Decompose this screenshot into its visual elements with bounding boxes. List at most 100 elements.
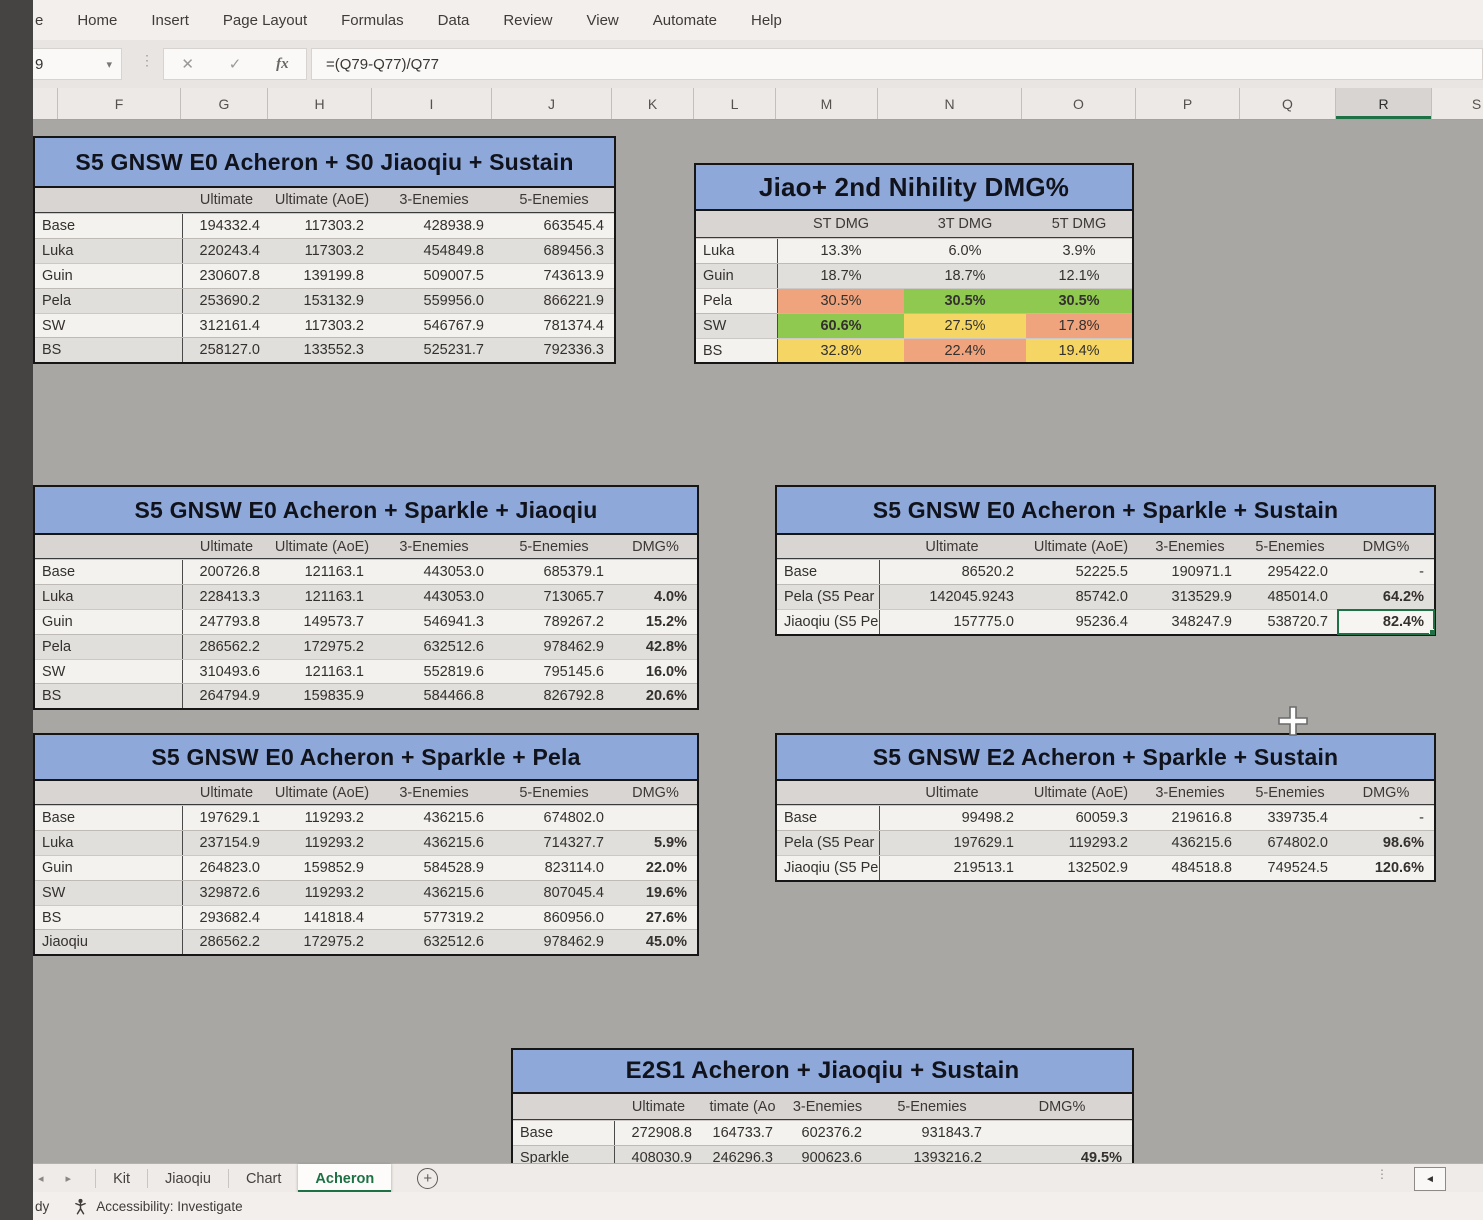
table-cell[interactable]: 142045.9243 xyxy=(880,585,1024,609)
chevron-down-icon[interactable]: ▾ xyxy=(106,58,112,71)
table-cell[interactable]: 339735.4 xyxy=(1242,806,1338,830)
insert-function-icon[interactable]: fx xyxy=(276,56,289,73)
table-cell[interactable]: 246296.3 xyxy=(702,1146,783,1163)
column-header-S[interactable]: S xyxy=(1432,88,1483,119)
table-cell[interactable]: 230607.8 xyxy=(183,264,270,288)
table-cell[interactable]: 119293.2 xyxy=(270,806,374,830)
row-label[interactable]: Base xyxy=(777,560,880,584)
table-cell[interactable]: 546767.9 xyxy=(374,314,494,338)
table-cell[interactable]: 120.6% xyxy=(1338,856,1434,880)
table-cell[interactable]: 485014.0 xyxy=(1242,585,1338,609)
table-cell[interactable]: 714327.7 xyxy=(494,831,614,855)
table-cell[interactable]: 159852.9 xyxy=(270,856,374,880)
table-header-cell[interactable]: 3-Enemies xyxy=(374,781,494,804)
table-cell[interactable]: 781374.4 xyxy=(494,314,614,338)
table-cell[interactable] xyxy=(614,806,697,830)
table-cell[interactable] xyxy=(614,560,697,584)
table-header-cell[interactable]: 5-Enemies xyxy=(494,188,614,212)
table-cell[interactable]: 95236.4 xyxy=(1024,610,1138,634)
table-cell[interactable]: 348247.9 xyxy=(1138,610,1242,634)
table-header-cell[interactable] xyxy=(777,535,880,558)
table-header-cell[interactable]: 5-Enemies xyxy=(494,535,614,558)
table-cell[interactable]: 149573.7 xyxy=(270,610,374,634)
table-cell[interactable]: 139199.8 xyxy=(270,264,374,288)
table-cell[interactable]: 674802.0 xyxy=(1242,831,1338,855)
table-cell[interactable]: - xyxy=(1338,560,1434,584)
table-cell[interactable]: 286562.2 xyxy=(183,930,270,954)
table-cell[interactable]: 272908.8 xyxy=(615,1121,702,1145)
row-label[interactable]: Sparkle xyxy=(513,1146,615,1163)
table-header-cell[interactable]: DMG% xyxy=(614,781,697,804)
table-cell[interactable]: 509007.5 xyxy=(374,264,494,288)
table-cell[interactable]: 19.6% xyxy=(614,881,697,905)
table-header-cell[interactable]: 5-Enemies xyxy=(872,1094,992,1119)
table-header-cell[interactable]: 3-Enemies xyxy=(374,188,494,212)
row-label[interactable]: Jiaoqiu xyxy=(35,930,183,955)
table-cell[interactable]: 30.5% xyxy=(778,288,904,313)
table-cell[interactable]: 546941.3 xyxy=(374,610,494,634)
sheet-nav-left-icon[interactable]: ◂ xyxy=(38,1172,44,1185)
table-cell[interactable]: 313529.9 xyxy=(1138,585,1242,609)
row-label[interactable]: Guin xyxy=(35,855,183,880)
scroll-left-button[interactable]: ◄ xyxy=(1414,1167,1446,1191)
table-cell[interactable]: 978462.9 xyxy=(494,635,614,659)
table-cell[interactable]: 22.4% xyxy=(904,338,1026,363)
table-header-cell[interactable]: 3-Enemies xyxy=(783,1094,872,1119)
enter-icon[interactable]: ✓ xyxy=(229,55,242,73)
table-cell[interactable]: 159835.9 xyxy=(270,684,374,708)
column-header-N[interactable]: N xyxy=(878,88,1022,119)
table-cell[interactable]: 436215.6 xyxy=(374,831,494,855)
table-header-cell[interactable]: Ultimate (AoE) xyxy=(270,535,374,558)
row-label[interactable]: SW xyxy=(35,880,183,905)
table-cell[interactable]: 82.4% xyxy=(1337,609,1435,635)
table-cell[interactable]: 749524.5 xyxy=(1242,856,1338,880)
tab-acheron[interactable]: Acheron xyxy=(298,1164,392,1193)
table-cell[interactable]: 807045.4 xyxy=(494,881,614,905)
table-header-cell[interactable]: Ultimate xyxy=(880,781,1024,804)
table-header-cell[interactable]: Ultimate xyxy=(615,1094,702,1119)
table-cell[interactable]: 20.6% xyxy=(614,684,697,708)
cancel-icon[interactable]: ✕ xyxy=(181,55,194,73)
table-cell[interactable]: - xyxy=(1338,806,1434,830)
row-label[interactable]: SW xyxy=(696,313,778,338)
table-cell[interactable]: 27.5% xyxy=(904,313,1026,338)
menu-automate[interactable]: Automate xyxy=(653,12,717,29)
table-cell[interactable]: 121163.1 xyxy=(270,660,374,684)
table-cell[interactable]: 157775.0 xyxy=(880,610,1024,634)
row-label[interactable]: Base xyxy=(513,1121,615,1145)
table-header-cell[interactable]: 5-Enemies xyxy=(1242,781,1338,804)
row-label[interactable]: Base xyxy=(35,560,183,584)
row-label[interactable]: Guin xyxy=(35,609,183,634)
table-cell[interactable]: 293682.4 xyxy=(183,906,270,930)
table-header-cell[interactable] xyxy=(513,1094,615,1119)
table-cell[interactable]: 484518.8 xyxy=(1138,856,1242,880)
column-header-O[interactable]: O xyxy=(1022,88,1136,119)
column-header-M[interactable]: M xyxy=(776,88,878,119)
column-header-H[interactable]: H xyxy=(268,88,372,119)
tab-kit[interactable]: Kit xyxy=(96,1164,147,1193)
table-cell[interactable]: 866221.9 xyxy=(494,289,614,313)
row-label[interactable]: SW xyxy=(35,659,183,684)
table-cell[interactable]: 584528.9 xyxy=(374,856,494,880)
formula-input[interactable]: =(Q79-Q77)/Q77 xyxy=(311,48,1483,80)
table-cell[interactable]: 27.6% xyxy=(614,906,697,930)
table-cell[interactable]: 228413.3 xyxy=(183,585,270,609)
table-cell[interactable]: 577319.2 xyxy=(374,906,494,930)
table-cell[interactable]: 197629.1 xyxy=(880,831,1024,855)
table-cell[interactable]: 172975.2 xyxy=(270,635,374,659)
table-cell[interactable]: 408030.9 xyxy=(615,1146,702,1163)
table-cell[interactable]: 286562.2 xyxy=(183,635,270,659)
row-label[interactable]: Jiaoqiu (S5 Pe xyxy=(777,610,880,634)
table-cell[interactable] xyxy=(992,1121,1132,1145)
table-cell[interactable]: 632512.6 xyxy=(374,635,494,659)
table-cell[interactable]: 197629.1 xyxy=(183,806,270,830)
scrollbar-grip-icon[interactable]: ⋮ xyxy=(1376,1168,1388,1180)
table-cell[interactable]: 119293.2 xyxy=(270,831,374,855)
sheet-nav-right-icon[interactable]: ▸ xyxy=(66,1172,72,1185)
row-label[interactable]: Pela xyxy=(35,288,183,313)
column-header-I[interactable]: I xyxy=(372,88,492,119)
table-cell[interactable]: 16.0% xyxy=(614,660,697,684)
menu-file-partial[interactable]: e xyxy=(35,12,43,29)
table-cell[interactable]: 454849.8 xyxy=(374,239,494,263)
table-cell[interactable]: 18.7% xyxy=(778,264,904,288)
